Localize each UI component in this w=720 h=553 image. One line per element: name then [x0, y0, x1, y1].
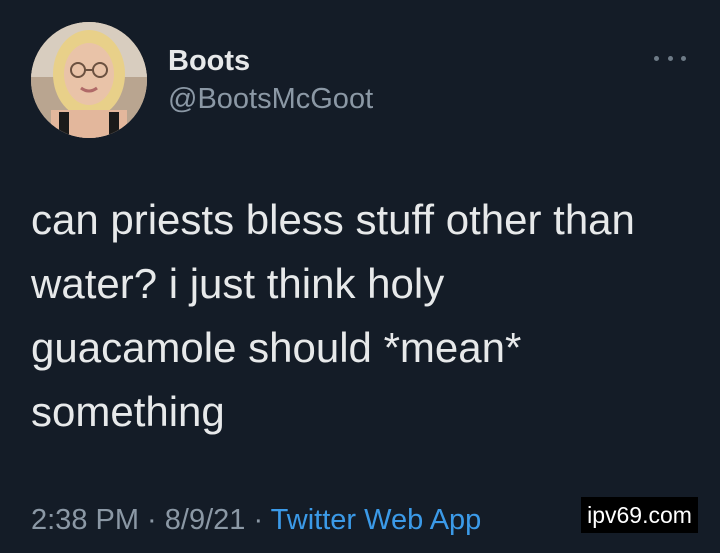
avatar-photo: [31, 22, 147, 138]
separator-dot: ·: [139, 504, 165, 536]
tweet-date[interactable]: 8/9/21: [165, 504, 246, 536]
tweet-metadata: 2:38 PM · 8/9/21 · Twitter Web App: [31, 500, 481, 540]
display-name[interactable]: Boots: [168, 43, 373, 79]
tweet-text-line: something: [31, 388, 225, 435]
separator-dot: ·: [245, 504, 271, 536]
tweet-text-line: guacamole should *mean*: [31, 324, 522, 371]
tweet-text-line: can priests bless stuff other than: [31, 196, 635, 243]
tweet-text: can priests bless stuff other than water…: [31, 188, 701, 444]
tweet-time[interactable]: 2:38 PM: [31, 504, 139, 536]
watermark: ipv69.com: [581, 497, 698, 533]
more-dot: [667, 55, 673, 61]
more-dot: [681, 55, 686, 61]
tweet-card: Boots @BootsMcGoot can priests bless stu…: [0, 0, 720, 553]
tweet-source-link[interactable]: Twitter Web App: [271, 504, 482, 536]
more-dot: [654, 55, 659, 61]
author-names: Boots @BootsMcGoot: [168, 43, 373, 117]
avatar[interactable]: [31, 22, 147, 138]
tweet-text-line: water? i just think holy: [31, 260, 445, 307]
user-handle[interactable]: @BootsMcGoot: [168, 81, 373, 117]
tweet-header: Boots @BootsMcGoot: [31, 22, 373, 138]
more-horizontal-icon[interactable]: [654, 52, 686, 64]
